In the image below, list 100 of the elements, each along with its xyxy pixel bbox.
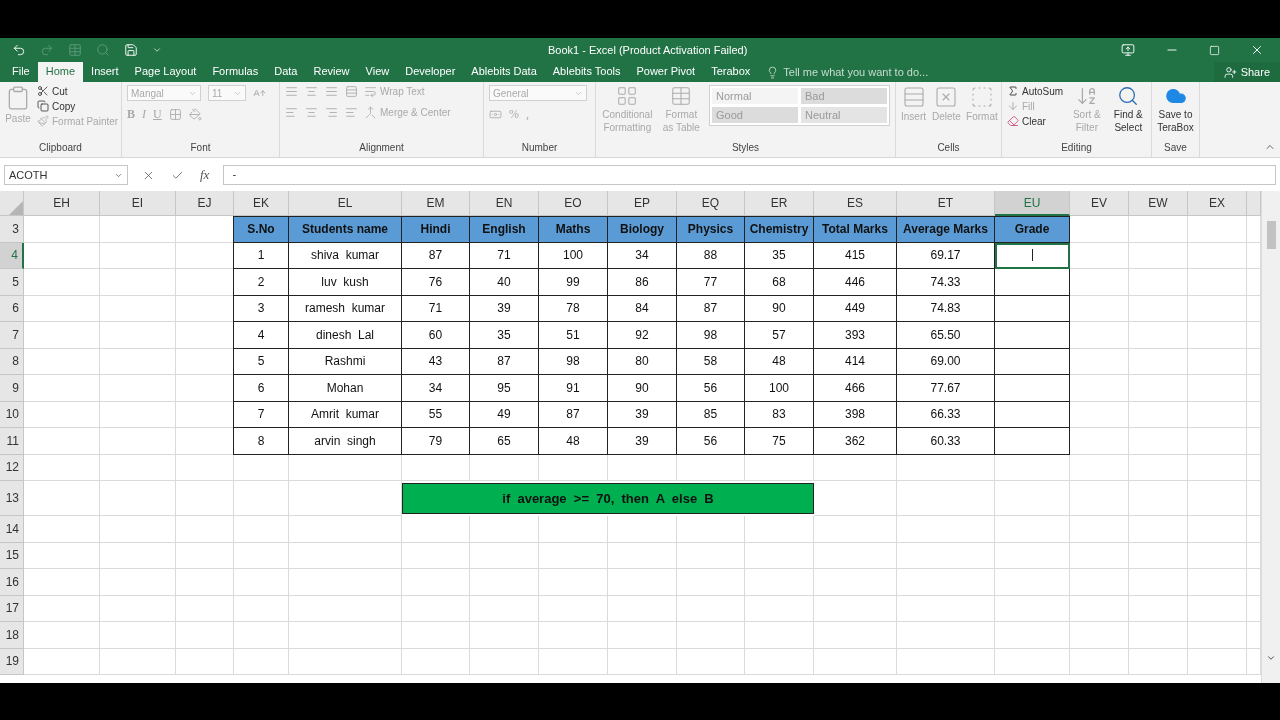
empty-cell[interactable] (608, 454, 677, 481)
empty-cell[interactable] (677, 516, 745, 543)
empty-cell[interactable] (289, 648, 402, 675)
empty-cell[interactable] (100, 216, 176, 243)
empty-cell[interactable] (176, 481, 234, 516)
empty-cell[interactable] (1188, 516, 1247, 543)
empty-cell[interactable] (1070, 269, 1129, 296)
person-add-icon[interactable] (1223, 65, 1237, 79)
empty-cell[interactable] (1070, 516, 1129, 543)
empty-cell[interactable] (1070, 322, 1129, 349)
column-header[interactable]: ET (897, 191, 995, 216)
ribbon-tab[interactable]: Ablebits Data (463, 62, 545, 82)
empty-cell[interactable] (1188, 401, 1247, 428)
row-header[interactable]: 10 (0, 401, 24, 428)
row-header[interactable]: 15 (0, 542, 24, 569)
empty-cell[interactable] (1188, 648, 1247, 675)
vertical-scrollbar[interactable] (1261, 191, 1280, 683)
row-header[interactable]: 16 (0, 569, 24, 596)
empty-cell[interactable] (745, 542, 814, 569)
ribbon-tab[interactable]: Home (37, 62, 84, 82)
empty-cell[interactable] (234, 481, 289, 516)
row-header[interactable]: 3 (0, 216, 24, 243)
insert-function-button[interactable]: fx (200, 167, 210, 183)
empty-cell[interactable] (1070, 622, 1129, 649)
top-align-icon[interactable] (285, 85, 298, 98)
column-header[interactable]: EJ (176, 191, 234, 216)
empty-cell[interactable] (677, 648, 745, 675)
empty-cell[interactable] (897, 569, 995, 596)
empty-cell[interactable] (745, 569, 814, 596)
empty-cell[interactable] (234, 516, 289, 543)
empty-cell[interactable] (100, 401, 176, 428)
empty-cell[interactable] (745, 454, 814, 481)
empty-cell[interactable] (470, 622, 539, 649)
empty-cell[interactable] (1129, 595, 1188, 622)
empty-cell[interactable] (100, 348, 176, 375)
empty-cell[interactable] (539, 569, 608, 596)
empty-cell[interactable] (402, 516, 470, 543)
row-header[interactable]: 14 (0, 516, 24, 543)
ribbon-tab[interactable]: Formulas (204, 62, 267, 82)
empty-cell[interactable] (1188, 322, 1247, 349)
empty-cell[interactable] (176, 542, 234, 569)
empty-cell[interactable] (677, 569, 745, 596)
indent-icon[interactable] (345, 106, 358, 119)
row-header[interactable]: 18 (0, 622, 24, 649)
row-header[interactable]: 7 (0, 322, 24, 349)
empty-cell[interactable] (289, 542, 402, 569)
empty-cell[interactable] (100, 242, 176, 269)
empty-cell[interactable] (897, 622, 995, 649)
empty-cell[interactable] (608, 595, 677, 622)
row-header[interactable]: 6 (0, 295, 24, 322)
row-header[interactable]: 19 (0, 648, 24, 675)
empty-cell[interactable] (995, 542, 1070, 569)
ribbon-tab[interactable]: Terabox (703, 62, 759, 82)
empty-cell[interactable] (814, 542, 897, 569)
column-header[interactable]: ES (814, 191, 897, 216)
empty-cell[interactable] (1070, 648, 1129, 675)
ribbon-tab[interactable]: Ablebits Tools (544, 62, 629, 82)
empty-cell[interactable] (402, 454, 470, 481)
empty-cell[interactable] (608, 622, 677, 649)
empty-cell[interactable] (1188, 269, 1247, 296)
empty-cell[interactable] (814, 516, 897, 543)
empty-cell[interactable] (1129, 269, 1188, 296)
empty-cell[interactable] (1129, 216, 1188, 243)
empty-cell[interactable] (677, 454, 745, 481)
empty-cell[interactable] (539, 648, 608, 675)
empty-cell[interactable] (677, 595, 745, 622)
empty-cell[interactable] (1129, 481, 1188, 516)
ribbon-tab[interactable]: Developer (397, 62, 464, 82)
save-to-terabox-button[interactable]: Save to TeraBox (1157, 85, 1194, 142)
empty-cell[interactable] (234, 569, 289, 596)
empty-cell[interactable] (100, 648, 176, 675)
clipboard-command[interactable]: Copy (37, 100, 119, 112)
empty-cell[interactable] (234, 454, 289, 481)
empty-cell[interactable] (1129, 569, 1188, 596)
copy-icon[interactable] (37, 100, 49, 112)
column-header[interactable]: ER (745, 191, 814, 216)
empty-cell[interactable] (1129, 401, 1188, 428)
empty-cell[interactable] (402, 542, 470, 569)
row-header[interactable]: 17 (0, 595, 24, 622)
empty-cell[interactable] (470, 569, 539, 596)
empty-cell[interactable] (1129, 542, 1188, 569)
empty-cell[interactable] (539, 516, 608, 543)
empty-cell[interactable] (995, 516, 1070, 543)
align-center-icon[interactable] (305, 106, 318, 119)
empty-cell[interactable] (1070, 375, 1129, 402)
empty-cell[interactable] (1188, 348, 1247, 375)
column-header[interactable]: EI (100, 191, 176, 216)
borders-icon[interactable] (168, 108, 182, 121)
empty-cell[interactable] (176, 516, 234, 543)
empty-cell[interactable] (289, 569, 402, 596)
empty-cell[interactable] (897, 516, 995, 543)
empty-cell[interactable] (234, 648, 289, 675)
eraser-icon[interactable] (1007, 115, 1019, 127)
empty-cell[interactable] (995, 595, 1070, 622)
empty-cell[interactable] (470, 648, 539, 675)
grade-cell[interactable] (995, 242, 1070, 269)
empty-cell[interactable] (814, 622, 897, 649)
empty-cell[interactable] (897, 454, 995, 481)
share-button[interactable]: Share (1213, 62, 1280, 82)
empty-cell[interactable] (176, 648, 234, 675)
